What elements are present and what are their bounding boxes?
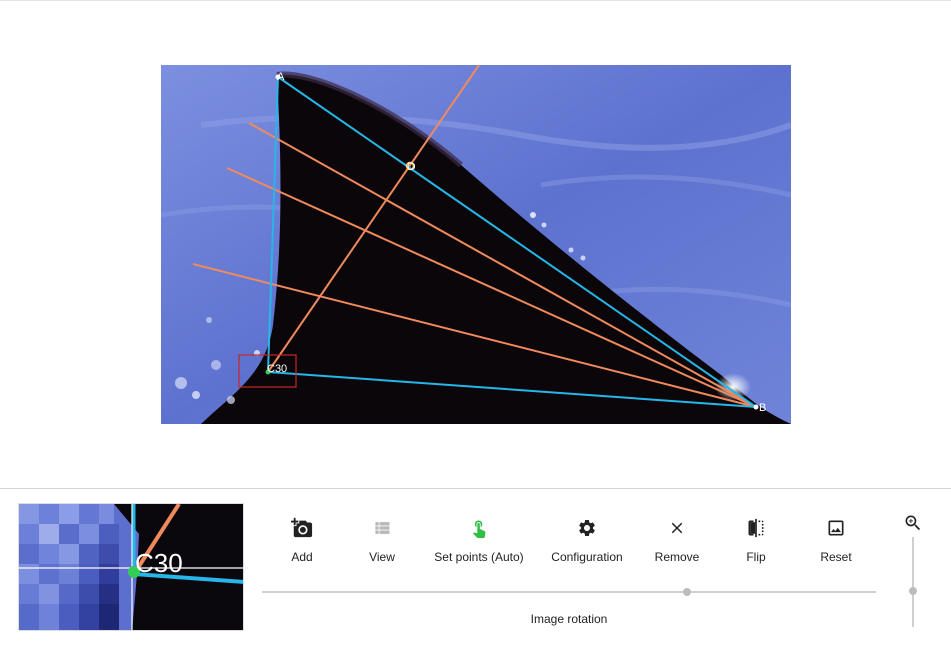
rotation-slider-label: Image rotation (530, 612, 608, 626)
annotation-svg[interactable]: A B O C30 (161, 65, 791, 424)
water-splash (175, 377, 187, 389)
water-splash (206, 317, 212, 323)
configuration-button[interactable]: Configuration (537, 510, 637, 564)
top-border (0, 0, 951, 1)
set-points-button[interactable]: Set points (Auto) (429, 510, 529, 564)
configuration-button-label: Configuration (551, 550, 623, 564)
set-points-button-label: Set points (Auto) (434, 550, 524, 564)
image-reset-icon (824, 516, 848, 540)
view-button[interactable]: View (332, 510, 432, 564)
list-view-icon (370, 516, 394, 540)
label-b: B (759, 402, 766, 414)
gear-icon (575, 516, 599, 540)
fin-reflection (580, 255, 586, 261)
zoom-slider-track[interactable] (912, 537, 914, 627)
add-button-label: Add (291, 550, 313, 564)
rotation-slider-handle[interactable] (683, 588, 691, 596)
fin-reflection (541, 222, 547, 228)
magnifier-preview: C30 (18, 503, 244, 631)
water-splash (227, 396, 235, 404)
rotation-slider-track[interactable] (262, 591, 876, 593)
remove-button-label: Remove (654, 550, 700, 564)
view-button-label: View (369, 550, 395, 564)
label-a: A (277, 71, 285, 83)
reset-button-label: Reset (820, 550, 852, 564)
section-divider (0, 488, 951, 489)
fin-reflection (530, 212, 536, 218)
zoomed-label-c30: C30 (135, 548, 183, 578)
label-c30: C30 (267, 363, 287, 375)
reset-button[interactable]: Reset (786, 510, 886, 564)
touch-pointer-icon (467, 516, 491, 540)
flip-icon (744, 516, 768, 540)
close-icon (665, 516, 689, 540)
label-o: O (407, 161, 416, 173)
flip-button-label: Flip (746, 550, 766, 564)
zoom-in-icon[interactable] (903, 513, 923, 533)
water-splash (192, 391, 200, 399)
water-splash (211, 360, 221, 370)
add-photo-icon (290, 516, 314, 540)
fin-image-canvas[interactable]: A B O C30 (161, 65, 791, 424)
point-b[interactable] (753, 404, 759, 410)
magnifier-svg: C30 (19, 504, 243, 630)
toolbar: Add View Set points (Auto) Configuration… (262, 510, 876, 570)
zoom-slider-handle[interactable] (909, 587, 917, 595)
fin-reflection (568, 247, 574, 253)
